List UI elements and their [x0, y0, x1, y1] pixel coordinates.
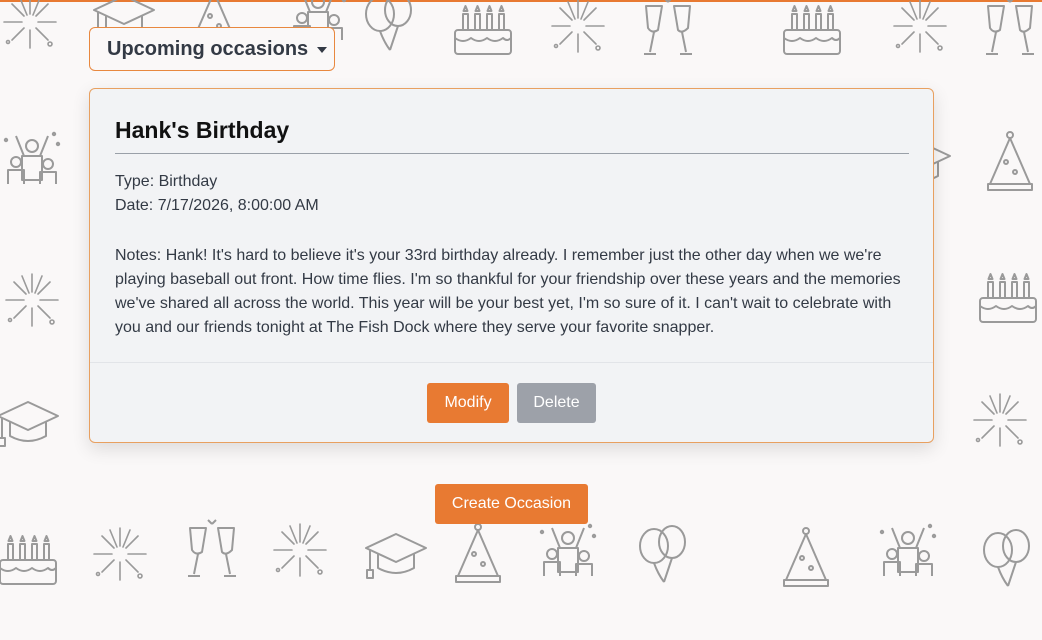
occasion-title: Hank's Birthday — [115, 117, 290, 143]
occasion-card: Hank's Birthday Type: Birthday Date: 7/1… — [89, 88, 934, 443]
delete-button[interactable]: Delete — [517, 383, 596, 423]
chevron-down-icon — [317, 47, 328, 53]
occasions-dropdown[interactable]: Upcoming occasions — [89, 27, 335, 71]
occasion-date: Date: 7/17/2026, 8:00:00 AM — [115, 197, 319, 214]
top-accent-bar — [0, 0, 1042, 2]
create-occasion-button[interactable]: Create Occasion — [435, 484, 588, 524]
dropdown-label: Upcoming occasions — [107, 37, 309, 60]
modify-button[interactable]: Modify — [427, 383, 509, 423]
occasion-type: Type: Birthday — [115, 173, 218, 190]
card-footer: Modify Delete — [90, 362, 933, 443]
occasion-notes: Notes: Hank! It's hard to believe it's y… — [115, 247, 901, 336]
divider — [115, 153, 909, 154]
